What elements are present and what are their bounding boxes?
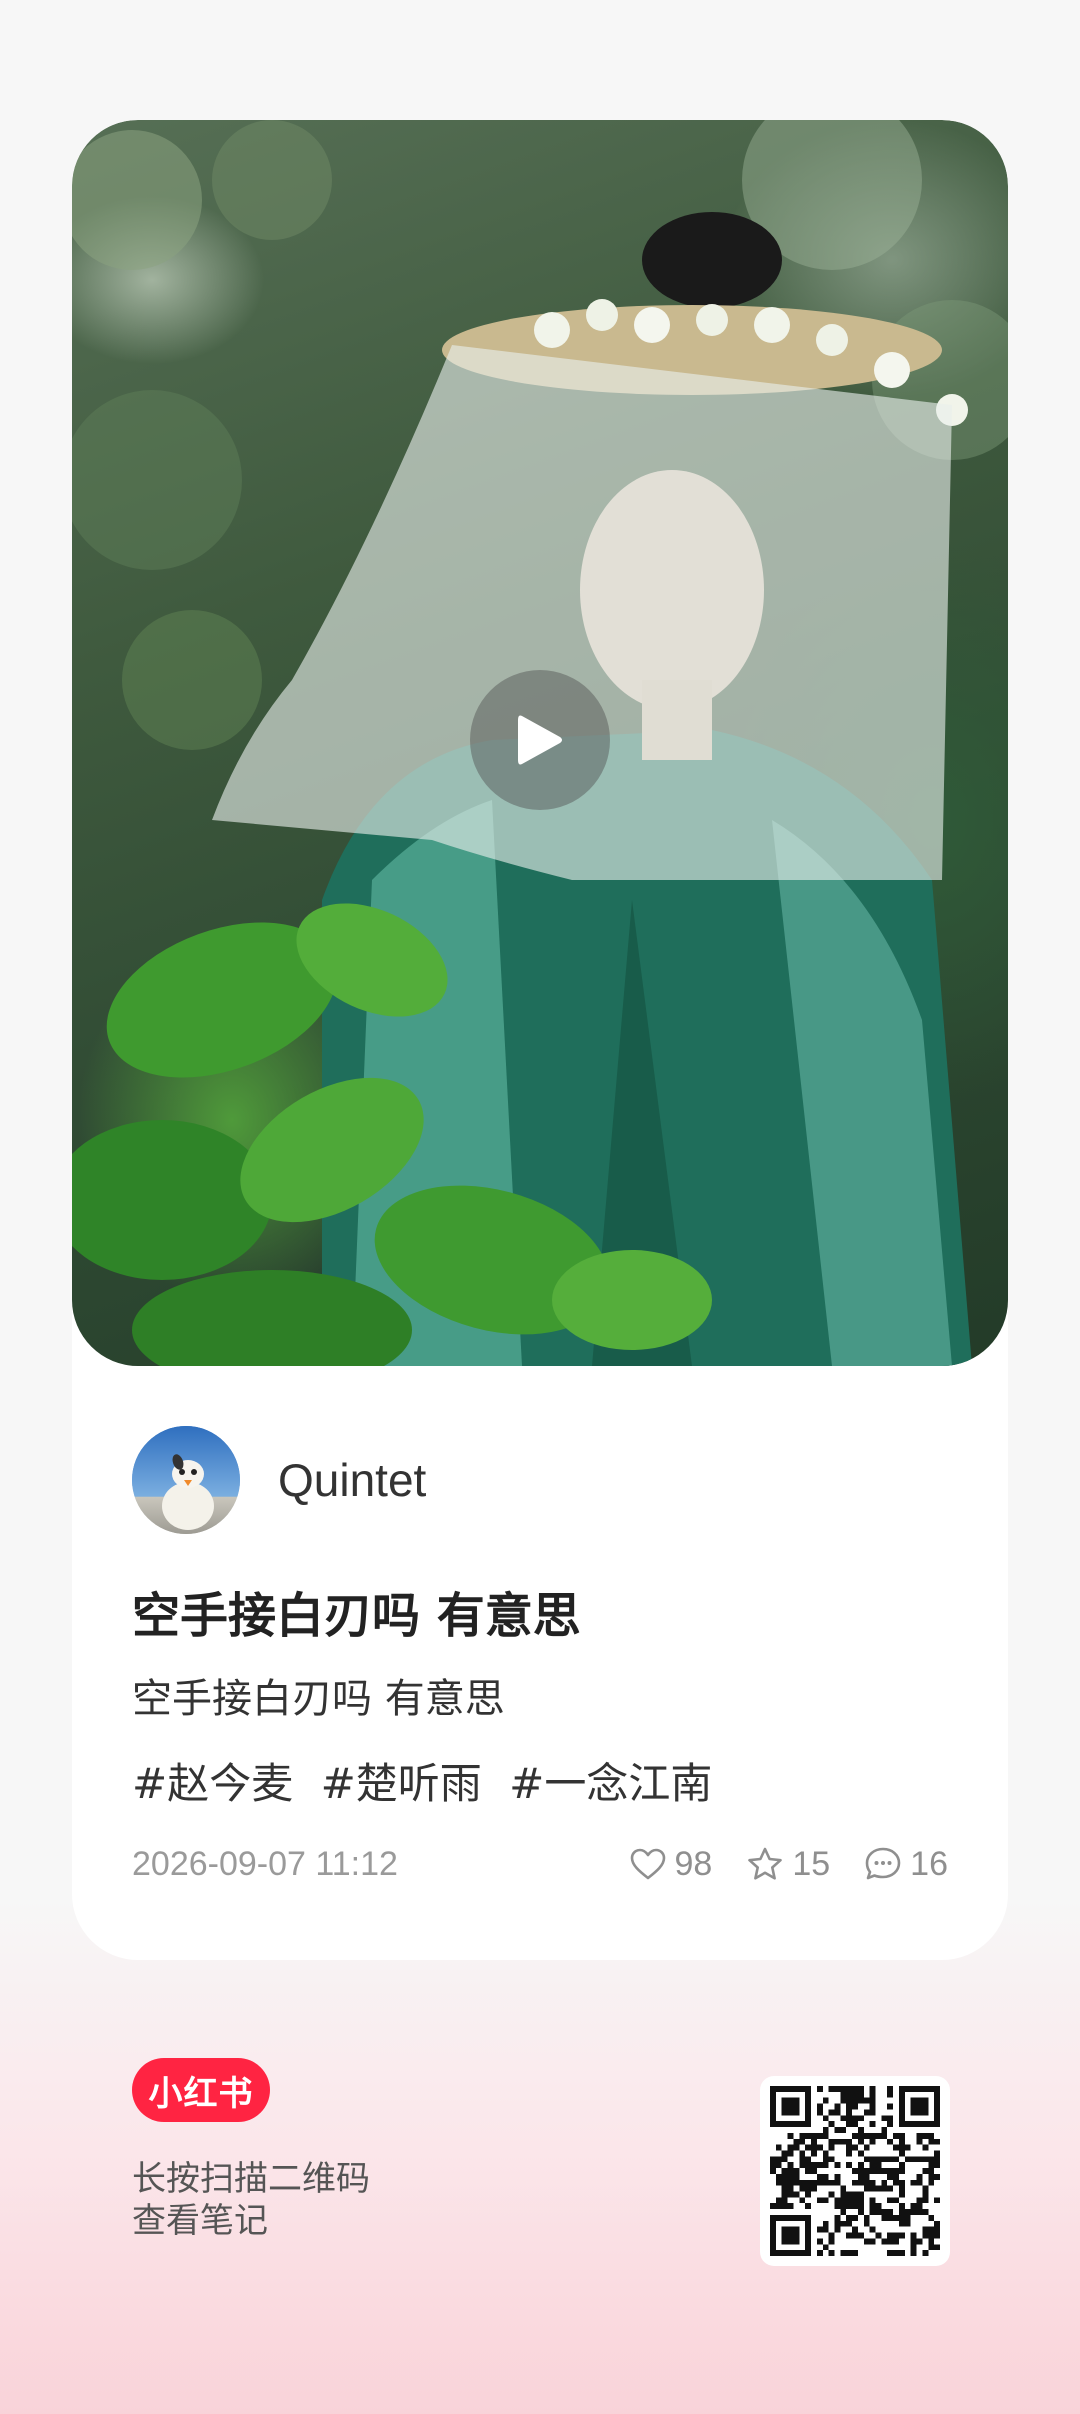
favorite-count: 15 <box>792 1844 831 1883</box>
comment-count: 16 <box>910 1844 948 1883</box>
stats-group: 98 15 16 <box>595 1845 948 1884</box>
play-icon <box>518 715 562 765</box>
favorite-stat[interactable]: 15 <box>746 1845 830 1884</box>
penguin-avatar-image <box>132 1426 240 1534</box>
tag-link[interactable]: #赵今麦 <box>132 1759 293 1808</box>
scan-hint: 长按扫描二维码 查看笔记 <box>132 2158 370 2242</box>
comment-stat[interactable]: 16 <box>864 1845 948 1884</box>
author-row[interactable]: Quintet <box>132 1426 426 1534</box>
scan-hint-line2: 查看笔记 <box>132 2201 268 2241</box>
tag-link[interactable]: #楚听雨 <box>321 1759 482 1808</box>
comment-icon <box>865 1847 901 1880</box>
meta-row: 2026-09-07 11:12 98 15 16 <box>132 1840 948 1888</box>
video-cover[interactable] <box>72 120 1008 1366</box>
like-count: 98 <box>674 1844 713 1883</box>
note-description: 空手接白刃吗 有意思 <box>132 1676 505 1722</box>
like-stat[interactable]: 98 <box>629 1844 713 1884</box>
tag-link[interactable]: #一念江南 <box>509 1759 712 1808</box>
post-date: 2026-09-07 11:12 <box>132 1844 398 1883</box>
avatar[interactable] <box>132 1426 240 1534</box>
heart-icon <box>630 1848 665 1880</box>
author-name[interactable]: Quintet <box>278 1453 426 1507</box>
qr-code-image <box>770 2086 940 2256</box>
scan-hint-line1: 长按扫描二维码 <box>132 2159 370 2199</box>
note-title: 空手接白刃吗 有意思 <box>132 1588 581 1644</box>
star-icon <box>748 1847 783 1880</box>
xiaohongshu-logo: 小红书 <box>132 2058 270 2122</box>
tag-list: #赵今麦 #楚听雨 #一念江南 <box>132 1750 952 1811</box>
qr-code[interactable] <box>760 2076 950 2266</box>
play-button[interactable] <box>470 670 610 810</box>
